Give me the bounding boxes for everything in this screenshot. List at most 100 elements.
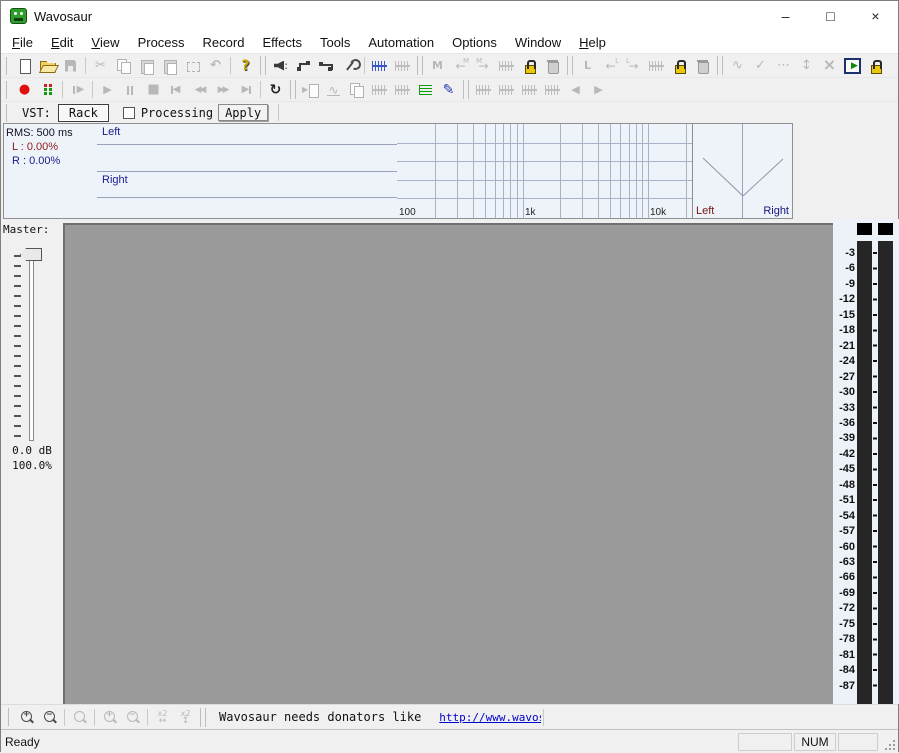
record-button[interactable]: [13, 79, 36, 101]
menu-file[interactable]: File: [3, 31, 42, 53]
wave-expand-button[interactable]: [472, 79, 495, 101]
resize-grip[interactable]: [882, 732, 897, 752]
menu-help[interactable]: Help: [570, 31, 615, 53]
loop-playback-button[interactable]: [264, 79, 287, 101]
marker-button[interactable]: [426, 55, 449, 77]
menu-options[interactable]: Options: [443, 31, 506, 53]
donate-link[interactable]: http://www.wavosaur.co: [439, 711, 541, 724]
envelope-vertical-zoom-button[interactable]: [795, 55, 818, 77]
zoom-vertical-in-button[interactable]: [98, 706, 121, 728]
cut-button[interactable]: [89, 55, 112, 77]
zoom-in-button[interactable]: [15, 706, 38, 728]
audio-device-config-button[interactable]: [269, 55, 292, 77]
io-routing-button[interactable]: [315, 55, 338, 77]
maximize-button[interactable]: □: [808, 1, 853, 31]
play-from-cursor-button[interactable]: [66, 79, 89, 101]
toolbar-grip[interactable]: [6, 103, 9, 122]
menu-window[interactable]: Window: [506, 31, 570, 53]
copy-button[interactable]: [112, 55, 135, 77]
delete-markers-button[interactable]: [541, 55, 564, 77]
lock-markers-button[interactable]: [518, 55, 541, 77]
waveform-view-button[interactable]: [368, 55, 391, 77]
waveform-tools-button[interactable]: [368, 79, 391, 101]
processing-checkbox[interactable]: [122, 106, 135, 119]
menu-edit[interactable]: Edit: [42, 31, 82, 53]
loop-point-button[interactable]: [576, 55, 599, 77]
master-slider-track[interactable]: [29, 251, 34, 441]
zoom-x2-horizontal-button[interactable]: [151, 706, 174, 728]
stop-button[interactable]: [142, 79, 165, 101]
menu-automation[interactable]: Automation: [359, 31, 443, 53]
next-loop-point-button[interactable]: [622, 55, 645, 77]
toolbar-separator: [64, 708, 65, 726]
menu-record[interactable]: Record: [194, 31, 254, 53]
wave-shift-right-button[interactable]: [518, 79, 541, 101]
minimize-button[interactable]: –: [763, 1, 808, 31]
toolbar-grip[interactable]: [6, 56, 9, 75]
settings-wrench-button[interactable]: [338, 55, 361, 77]
new-file-button[interactable]: [13, 55, 36, 77]
paste-mix-button[interactable]: [158, 55, 181, 77]
delete-markers-icon: [544, 58, 561, 74]
save-file-button[interactable]: [59, 55, 82, 77]
pause-button[interactable]: [119, 79, 142, 101]
statistics-button[interactable]: [322, 79, 345, 101]
waveform-view-alt-button[interactable]: [391, 55, 414, 77]
zoom-x2-vertical-button[interactable]: [174, 706, 197, 728]
menu-effects[interactable]: Effects: [253, 31, 311, 53]
wave-shift-left-button[interactable]: [495, 79, 518, 101]
master-slider-thumb[interactable]: [20, 248, 42, 261]
insert-to-playlist-button[interactable]: [299, 79, 322, 101]
play-button[interactable]: [96, 79, 119, 101]
menu-view[interactable]: View: [82, 31, 128, 53]
meter-scale-label: -72: [839, 602, 855, 615]
analysis-grid-button[interactable]: [414, 79, 437, 101]
play-envelope-button[interactable]: [841, 55, 864, 77]
toolbar-grip[interactable]: [6, 80, 9, 99]
cable-routing-icon: [295, 58, 312, 74]
previous-loop-point-button[interactable]: [599, 55, 622, 77]
trim-button[interactable]: [181, 55, 204, 77]
input-monitoring-button[interactable]: [36, 79, 59, 101]
wave-join-button[interactable]: [541, 79, 564, 101]
copy-to-new-window-button[interactable]: [345, 79, 368, 101]
volume-envelope-button[interactable]: [726, 55, 749, 77]
markers-on-wave-button[interactable]: [495, 55, 518, 77]
lock-envelope-button[interactable]: [864, 55, 887, 77]
envelope-interpolation-button[interactable]: [772, 55, 795, 77]
waveform-workspace[interactable]: [63, 223, 833, 704]
open-file-button[interactable]: [36, 55, 59, 77]
help-button[interactable]: [234, 55, 257, 77]
loop-points-on-wave-button[interactable]: [645, 55, 668, 77]
zoom-vertical-out-button[interactable]: [121, 706, 144, 728]
menu-process[interactable]: Process: [129, 31, 194, 53]
apply-envelope-button[interactable]: [749, 55, 772, 77]
toolbar-separator: [260, 56, 266, 75]
zoom-selection-button[interactable]: [68, 706, 91, 728]
delete-envelope-points-button[interactable]: [818, 55, 841, 77]
fast-forward-button[interactable]: [211, 79, 234, 101]
delete-loop-points-button[interactable]: [691, 55, 714, 77]
close-button[interactable]: ×: [853, 1, 898, 31]
zoom-out-button[interactable]: [38, 706, 61, 728]
normalize-button[interactable]: [391, 79, 414, 101]
meter-scale: -3 -6 -9 -12 -15 -18 -21 -24 -27 -30 -33 -36 -39 -42 -…: [833, 219, 899, 704]
pen-edit-button[interactable]: [437, 79, 460, 101]
go-to-start-button[interactable]: [165, 79, 188, 101]
go-to-end-button[interactable]: [234, 79, 257, 101]
vst-apply-button[interactable]: Apply: [218, 104, 269, 121]
cable-routing-button[interactable]: [292, 55, 315, 77]
cursor-right-button[interactable]: [587, 79, 610, 101]
next-marker-button[interactable]: [472, 55, 495, 77]
rewind-button[interactable]: [188, 79, 211, 101]
toolbar-grip[interactable]: [8, 708, 11, 726]
spectrum-grid: 100 1k 10k: [397, 124, 692, 218]
vst-rack-button[interactable]: Rack: [57, 103, 109, 122]
previous-marker-button[interactable]: [449, 55, 472, 77]
lock-loop-points-button[interactable]: [668, 55, 691, 77]
paste-button[interactable]: [135, 55, 158, 77]
cursor-left-button[interactable]: [564, 79, 587, 101]
undo-button[interactable]: [204, 55, 227, 77]
io-routing-icon: [318, 58, 335, 74]
menu-tools[interactable]: Tools: [311, 31, 359, 53]
